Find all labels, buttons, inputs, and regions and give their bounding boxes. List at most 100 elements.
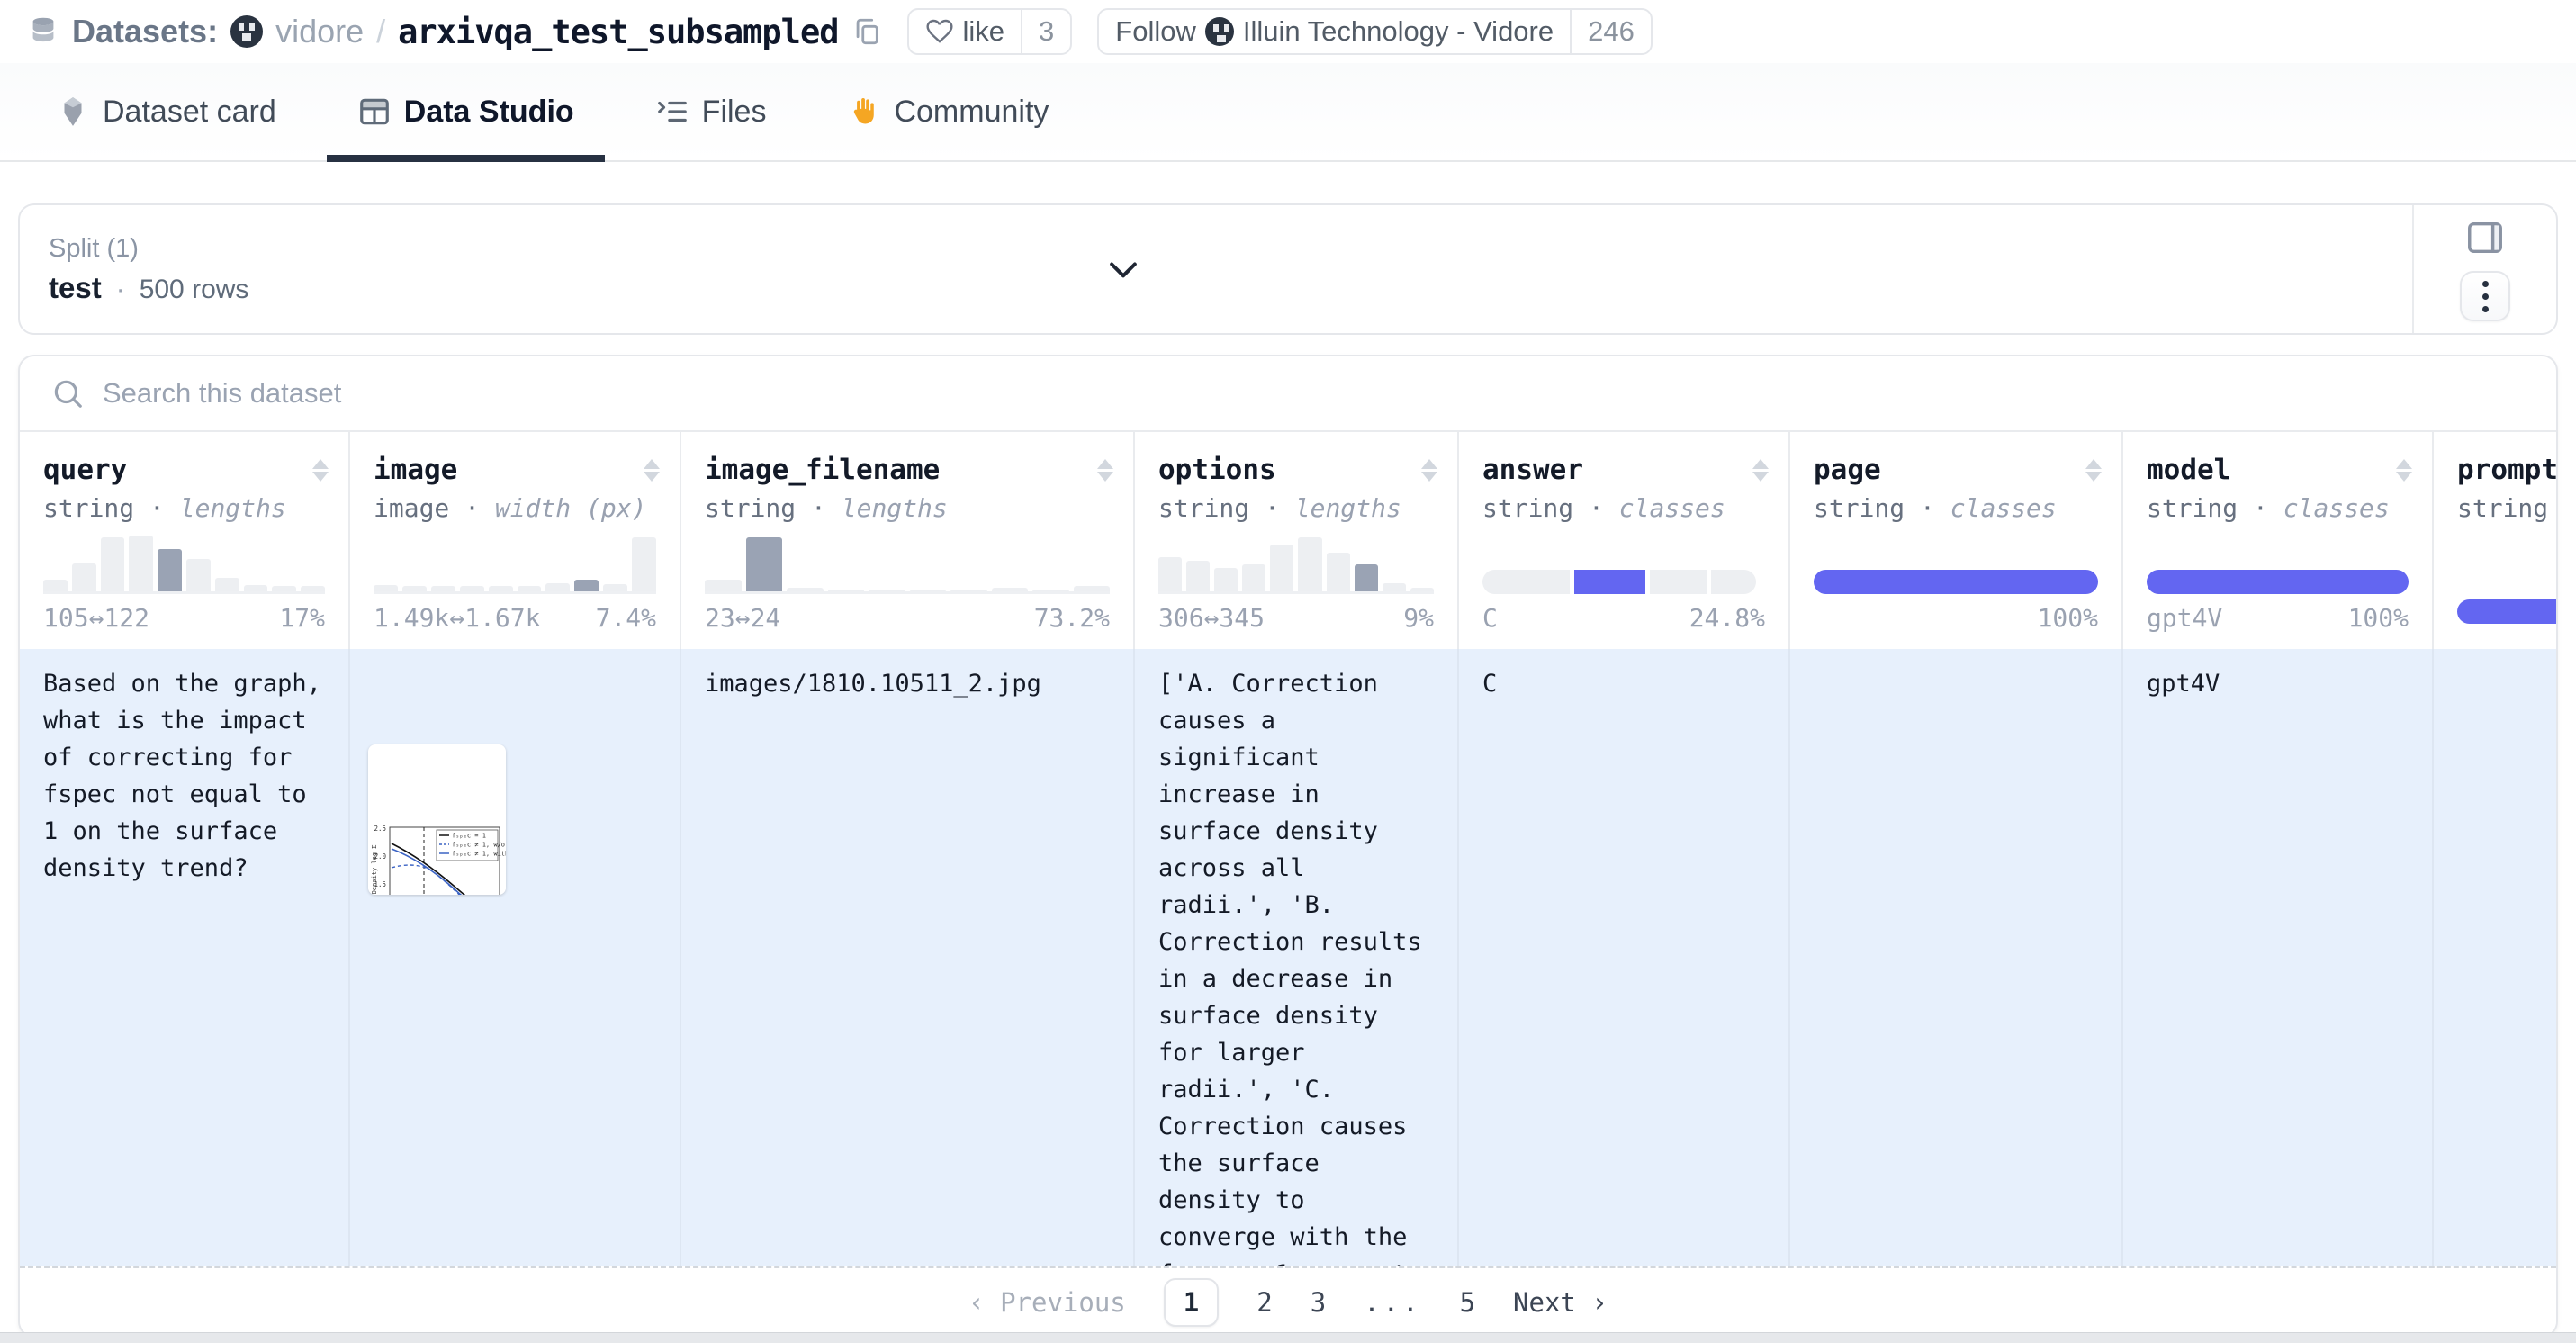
org-avatar — [1205, 17, 1234, 46]
column-type: string — [2147, 493, 2238, 523]
sort-toggle[interactable] — [312, 459, 329, 482]
dataset-viewer-page: Datasets: vidore / arxivqa_test_subsampl… — [0, 0, 2576, 1343]
like-count[interactable]: 3 — [1021, 10, 1070, 53]
stat-percent: 7.4% — [596, 603, 656, 633]
cell-page[interactable] — [1790, 649, 2121, 1266]
app-header: Datasets: vidore / arxivqa_test_subsampl… — [0, 0, 2576, 63]
copy-icon[interactable] — [851, 16, 882, 47]
cell-model[interactable]: gpt4V — [2123, 649, 2432, 1266]
pagination: ‹ Previous 1 2 3 ... 5 Next › — [20, 1266, 2556, 1336]
more-options-button[interactable] — [2460, 271, 2510, 321]
column-type: string — [2457, 493, 2548, 523]
sort-toggle[interactable] — [1752, 459, 1769, 482]
column-type: string — [1814, 493, 1905, 523]
split-dropdown[interactable]: Split (1) test · 500 rows — [20, 205, 2412, 333]
stat-percent: 24.8% — [1689, 603, 1765, 633]
sort-toggle[interactable] — [644, 459, 660, 482]
column-type: string — [1482, 493, 1573, 523]
filename-length-histogram[interactable] — [705, 536, 1110, 594]
stat-range: 23↔24 — [705, 603, 780, 633]
tab-dataset-card[interactable]: Dataset card — [25, 63, 307, 160]
column-qualifier: width (px) — [495, 493, 647, 523]
cell-image[interactable]: fₛₚₑc = 1 fₛₚₑc ≠ 1, w/o corr. fₛₚₑc ≠ 1… — [350, 649, 680, 1266]
dataset-card-icon — [56, 95, 90, 129]
column-header-prompt: prompt string — [2434, 432, 2556, 649]
owner-link[interactable]: vidore — [275, 13, 364, 50]
stat-range: 306↔345 — [1158, 603, 1265, 633]
answer-classes-bar[interactable] — [1482, 570, 1765, 594]
dataset-table-card: query string · lengths 105↔12217% image … — [18, 355, 2558, 1338]
image-width-histogram[interactable] — [374, 536, 656, 594]
tab-data-studio-label: Data Studio — [404, 95, 574, 130]
cell-answer[interactable]: C — [1459, 649, 1788, 1266]
like-label: like — [963, 15, 1005, 48]
dataset-grid: query string · lengths 105↔12217% image … — [20, 432, 2556, 1266]
column-header-row: query string · lengths 105↔12217% image … — [20, 432, 2556, 649]
layout-panel-icon[interactable] — [2462, 217, 2508, 258]
stat-percent: 73.2% — [1034, 603, 1110, 633]
column-header-options: options string · lengths 306↔3459% — [1135, 432, 1459, 649]
column-type: image — [374, 493, 449, 523]
tab-community[interactable]: Community — [816, 63, 1079, 160]
page-button-3[interactable]: 3 — [1311, 1287, 1326, 1318]
datasets-breadcrumb-label[interactable]: Datasets: — [72, 13, 218, 50]
pagination-ellipsis: ... — [1364, 1287, 1421, 1318]
split-separator: · — [116, 275, 125, 305]
column-qualifier: lengths — [1295, 493, 1401, 523]
options-length-histogram[interactable] — [1158, 536, 1434, 594]
svg-text:2.5: 2.5 — [374, 825, 386, 833]
tab-files[interactable]: Files — [625, 63, 797, 160]
column-name: options — [1158, 454, 1434, 486]
page-button-2[interactable]: 2 — [1256, 1287, 1272, 1318]
svg-text:Surface Density log Σ: Surface Density log Σ — [371, 844, 378, 895]
files-icon — [655, 95, 689, 129]
sort-toggle[interactable] — [2396, 459, 2412, 482]
cell-query[interactable]: Based on the graph, what is the impact o… — [20, 649, 348, 1266]
tab-files-label: Files — [702, 95, 767, 130]
column-name: query — [43, 454, 325, 486]
previous-page-button[interactable]: ‹ Previous — [968, 1287, 1126, 1318]
column-name: answer — [1482, 454, 1765, 486]
page-button-5[interactable]: 5 — [1460, 1287, 1475, 1318]
sort-toggle[interactable] — [1421, 459, 1437, 482]
stat-class: gpt4V — [2147, 603, 2222, 633]
cell-prompt[interactable] — [2434, 649, 2556, 1266]
follower-count[interactable]: 246 — [1570, 10, 1651, 53]
page-button-1[interactable]: 1 — [1164, 1278, 1219, 1327]
column-name: prompt — [2457, 454, 2556, 486]
table-row[interactable]: Based on the graph, what is the impact o… — [20, 649, 2556, 1266]
heart-icon — [925, 17, 954, 46]
tab-community-label: Community — [894, 95, 1049, 130]
prompt-classes-bar[interactable] — [2457, 599, 2556, 624]
follow-button[interactable]: Follow Illuin Technology - Vidore 246 — [1097, 8, 1653, 55]
column-type: string — [43, 493, 134, 523]
model-classes-bar[interactable] — [2147, 570, 2409, 594]
column-header-model: model string · classes gpt4V100% — [2123, 432, 2434, 649]
search-input[interactable] — [103, 377, 2526, 410]
owner-avatar[interactable] — [230, 15, 263, 48]
next-page-button[interactable]: Next › — [1513, 1287, 1608, 1318]
split-selector-card: Split (1) test · 500 rows — [18, 203, 2558, 335]
query-length-histogram[interactable] — [43, 536, 325, 594]
column-header-answer: answer string · classes C24.8% — [1459, 432, 1790, 649]
row-image-thumbnail[interactable]: fₛₚₑc = 1 fₛₚₑc ≠ 1, w/o corr. fₛₚₑc ≠ 1… — [368, 744, 506, 895]
sort-toggle[interactable] — [1097, 459, 1113, 482]
stat-percent: 17% — [279, 603, 325, 633]
column-header-page: page string · classes 100% — [1790, 432, 2123, 649]
database-icon — [27, 15, 59, 48]
dataset-name[interactable]: arxivqa_test_subsampled — [398, 13, 838, 51]
cell-image-filename[interactable]: images/1810.10511_2.jpg — [681, 649, 1133, 1266]
page-classes-bar[interactable] — [1814, 570, 2098, 594]
stat-percent: 9% — [1403, 603, 1434, 633]
column-qualifier: classes — [1950, 493, 2057, 523]
svg-text:fₛₚₑc ≠ 1, with corr.: fₛₚₑc ≠ 1, with corr. — [452, 851, 506, 858]
column-name: image_filename — [705, 454, 1110, 486]
tab-data-studio[interactable]: Data Studio — [327, 63, 605, 160]
column-type: string — [1158, 493, 1249, 523]
cell-options[interactable]: ['A. Correction causes a significant inc… — [1135, 649, 1457, 1266]
page-bottom-strip — [0, 1332, 2576, 1343]
column-header-image-filename: image_filename string · lengths 23↔2473.… — [681, 432, 1135, 649]
stat-class: C — [1482, 603, 1498, 633]
like-button[interactable]: like 3 — [907, 8, 1073, 55]
sort-toggle[interactable] — [2085, 459, 2102, 482]
